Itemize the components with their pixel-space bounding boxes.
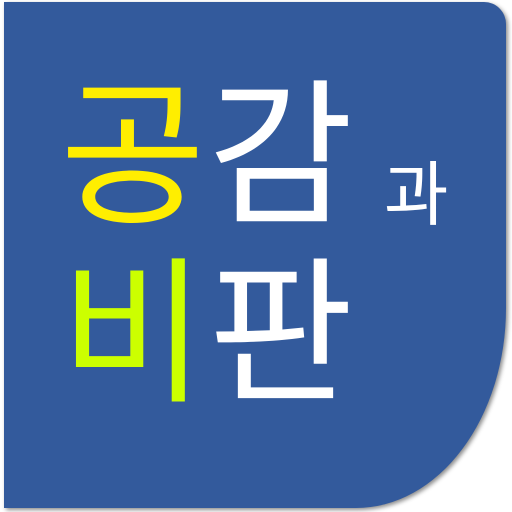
title-char-gwa: 과	[384, 154, 449, 236]
title-char-pan: 판	[208, 243, 354, 427]
title-char-bi: 비	[60, 243, 206, 427]
title-char-gong: 공	[60, 65, 206, 249]
app-icon-tile: 공 감 과 비 판	[4, 2, 506, 508]
title-char-gam: 감	[208, 65, 354, 249]
